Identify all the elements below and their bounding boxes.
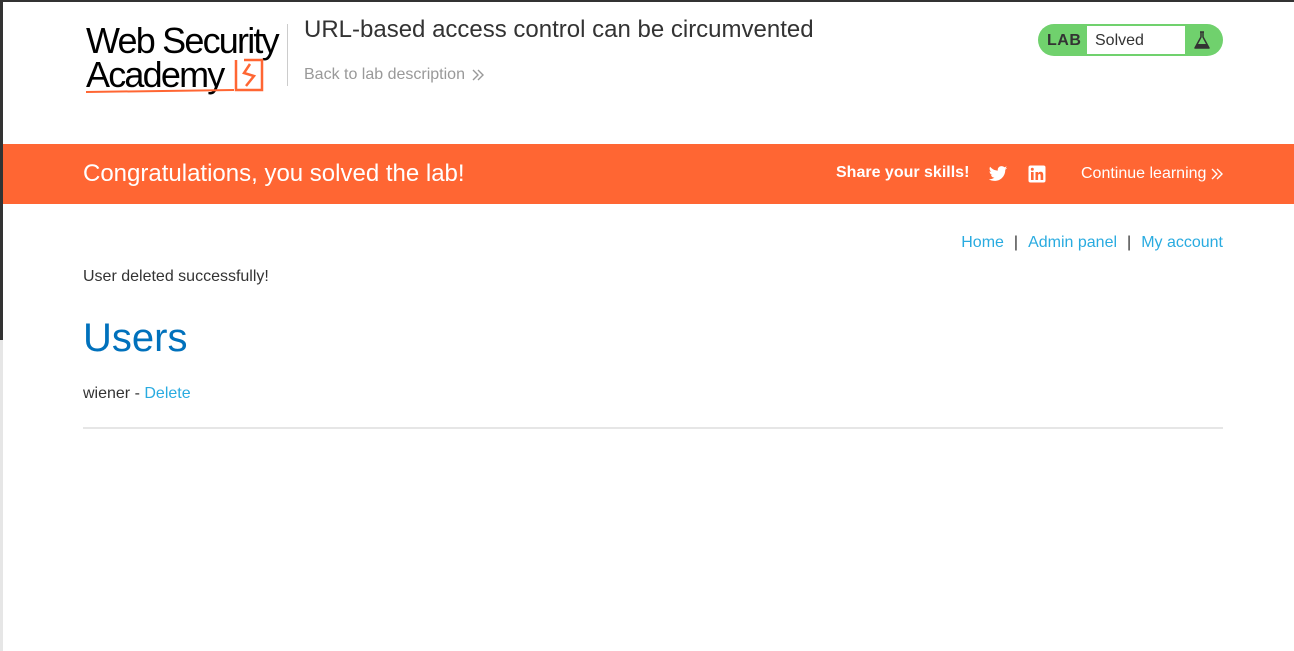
back-link-label: Back to lab description [304, 66, 465, 83]
window-top-border [0, 0, 1294, 2]
user-row: wiener - Delete [83, 385, 191, 403]
lab-solved-banner: Congratulations, you solved the lab! Sha… [3, 144, 1294, 204]
account-nav: Home | Admin panel | My account [961, 234, 1223, 252]
content-divider [83, 427, 1223, 429]
linkedin-icon[interactable] [1028, 165, 1046, 183]
lab-status-widget: LAB Solved [1038, 24, 1223, 56]
users-heading: Users [83, 316, 188, 360]
web-security-academy-logo[interactable]: Web Security Academy [84, 22, 284, 96]
logo-mark-icon [85, 58, 264, 93]
user-deleted-notice: User deleted successfully! [83, 268, 269, 285]
nav-home-link[interactable]: Home [961, 234, 1004, 252]
double-chevron-right-icon [472, 69, 484, 81]
nav-separator: | [1127, 234, 1132, 251]
double-chevron-right-icon [1211, 168, 1224, 180]
header-divider [287, 24, 288, 86]
share-skills-label: Share your skills! [836, 164, 970, 181]
continue-learning-label: Continue learning [1081, 165, 1207, 182]
user-row-separator: - [130, 385, 145, 402]
lab-tag: LAB [1047, 32, 1082, 49]
lab-status-box: Solved [1087, 26, 1185, 54]
banner-message: Congratulations, you solved the lab! [83, 160, 465, 187]
nav-admin-panel-link[interactable]: Admin panel [1028, 234, 1117, 252]
twitter-icon[interactable] [988, 164, 1008, 184]
window-left-border-lower [0, 340, 3, 651]
username: wiener [83, 385, 131, 402]
back-to-lab-description-link[interactable]: Back to lab description [304, 66, 485, 84]
lab-status-text: Solved [1095, 32, 1144, 49]
continue-learning-link[interactable]: Continue learning [1081, 165, 1224, 183]
nav-my-account-link[interactable]: My account [1141, 234, 1223, 252]
flask-icon [1194, 31, 1210, 49]
delete-user-link[interactable]: Delete [144, 385, 190, 402]
lab-title: URL-based access control can be circumve… [304, 16, 814, 43]
nav-separator: | [1013, 234, 1019, 251]
